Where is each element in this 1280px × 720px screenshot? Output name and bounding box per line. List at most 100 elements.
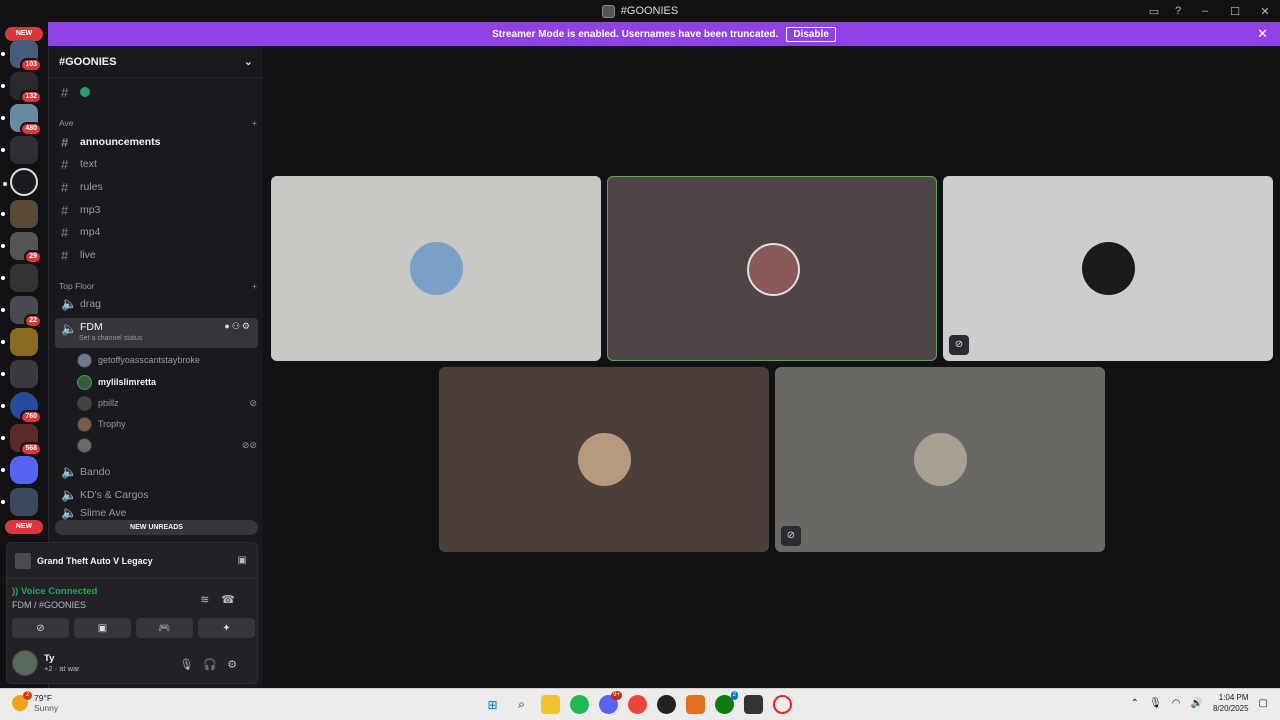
disconnect-icon[interactable]: ☎ (221, 594, 247, 606)
streamer-mode-banner: Streamer Mode is enabled. Usernames have… (48, 22, 1280, 46)
obs-icon[interactable] (657, 695, 676, 714)
discord-server-icon[interactable] (1, 456, 38, 484)
hash-icon: # (61, 247, 69, 263)
close-window-button[interactable]: ✕ (1250, 5, 1280, 18)
microphone-icon[interactable]: 🎙 (1149, 698, 1162, 709)
discord-icon[interactable]: 9+ (599, 691, 622, 714)
category-top-floor[interactable]: Top Floor + (59, 281, 257, 295)
opera-icon[interactable] (773, 695, 792, 714)
voice-user-2[interactable]: mylilslimretta (77, 372, 257, 392)
server-icon-8[interactable] (1, 264, 38, 292)
channel-action-icons[interactable]: ●⚇⚙ (224, 321, 252, 332)
voice-connected-label[interactable]: )) Voice Connected (12, 586, 97, 597)
participant-tile-1[interactable] (271, 176, 601, 361)
voice-channel-fdm[interactable]: 🔈 FDM Set a channel status ●⚇⚙ (55, 318, 258, 348)
server-icon-15[interactable] (1, 488, 38, 516)
channel-live[interactable]: # live (55, 245, 258, 265)
avatar (12, 650, 38, 676)
server-icon (601, 4, 615, 18)
maximize-button[interactable]: ☐ (1220, 5, 1250, 18)
server-icon-5[interactable] (3, 168, 38, 196)
channel-rules[interactable]: # rules (55, 177, 258, 197)
participant-tile-2[interactable] (607, 176, 937, 361)
soundboard-button[interactable]: ✦ (198, 618, 255, 638)
stream-game-icon[interactable]: ▣ (238, 555, 247, 566)
server-icon-1[interactable]: 103 (1, 40, 42, 72)
app-icon[interactable] (686, 695, 705, 714)
share-screen-button[interactable]: ▣ (74, 618, 131, 638)
channel-status-hint[interactable]: Set a channel status (79, 335, 142, 342)
minimize-button[interactable]: – (1190, 5, 1220, 17)
wifi-icon[interactable]: ◠ (1172, 698, 1181, 709)
speaker-icon: 🔈 (61, 506, 78, 520)
weather-widget[interactable]: 2 79°F Sunny (12, 691, 58, 713)
noise-suppression-icon[interactable]: ≋ (200, 594, 221, 606)
avatar (77, 374, 92, 390)
hash-icon: # (61, 179, 69, 195)
inbox-icon[interactable]: ▭ (1142, 5, 1166, 18)
add-channel-icon[interactable]: + (252, 281, 257, 295)
temperature: 79°F (34, 693, 53, 703)
avatar (77, 437, 92, 453)
user-status-prefix: +2 · (44, 664, 58, 673)
voice-channel-kds-cargos[interactable]: 🔈 KD's & Cargos (55, 485, 258, 505)
server-icon-10[interactable] (1, 328, 38, 356)
voice-user-4[interactable]: Trophy (77, 414, 257, 434)
microphone-icon[interactable]: 🎙 (179, 659, 203, 671)
hash-icon: # (61, 134, 69, 150)
channel-mp4[interactable]: # mp4 (55, 222, 258, 242)
file-explorer-icon[interactable] (541, 695, 560, 714)
guild-name: #GOONIES (59, 55, 117, 68)
server-icon-11[interactable] (1, 360, 38, 388)
hash-icon: # (61, 156, 69, 172)
new-pill-bottom[interactable]: NEW (5, 520, 43, 534)
camera-off-button[interactable]: ⊘ (12, 618, 69, 638)
chrome-icon[interactable] (628, 695, 647, 714)
spotify-icon[interactable] (570, 695, 589, 714)
search-icon[interactable]: ⌕ (512, 695, 531, 714)
channel-text[interactable]: # text (55, 154, 258, 174)
server-icon-13[interactable]: 568 (1, 424, 42, 456)
avatar (77, 352, 92, 368)
voice-user-3[interactable]: pbillz ⊘ (77, 393, 257, 413)
headphones-icon[interactable]: 🎧 (203, 659, 227, 671)
participant-tile-5[interactable]: ⊘ (775, 367, 1105, 552)
add-channel-icon[interactable]: + (252, 118, 257, 132)
volume-icon[interactable]: 🔊 (1191, 698, 1203, 709)
voice-channel-bando[interactable]: 🔈 Bando (55, 462, 258, 482)
participant-tile-4[interactable] (439, 367, 769, 552)
activities-button[interactable]: 🎮 (136, 618, 193, 638)
start-icon[interactable]: ⊞ (483, 695, 502, 714)
disable-streamer-mode-button[interactable]: Disable (786, 26, 836, 42)
banner-close-icon[interactable]: ✕ (1257, 26, 1268, 42)
server-icon-6[interactable] (1, 200, 38, 228)
voice-user-1[interactable]: getoffyoasscantstaybroke (77, 350, 257, 370)
help-icon[interactable]: ? (1166, 5, 1190, 17)
new-unreads-pill[interactable]: NEW UNREADS (55, 520, 258, 535)
guild-header[interactable]: #GOONIES ⌄ (49, 46, 263, 78)
server-icon-4[interactable] (1, 136, 38, 164)
channel-emoji[interactable]: # (55, 82, 258, 102)
server-icon-9[interactable]: 22 (1, 296, 42, 328)
gear-icon[interactable]: ⚙ (227, 659, 247, 671)
notification-icon[interactable]: ▢ (1259, 698, 1268, 709)
voice-channel-drag[interactable]: 🔈 drag (55, 294, 258, 314)
clock[interactable]: 1:04 PM 8/20/2025 (1213, 692, 1249, 714)
current-user[interactable]: Ty +2 · at war (12, 650, 80, 676)
participant-tile-3[interactable]: ⊘ (943, 176, 1273, 361)
server-icon-2[interactable]: 132 (1, 72, 42, 104)
channel-mp3[interactable]: # mp3 (55, 200, 258, 220)
server-icon-12[interactable]: 760 (1, 392, 42, 424)
voice-channel-slime-ave[interactable]: 🔈 Slime Ave (55, 506, 258, 520)
channel-announcements[interactable]: # announcements (55, 132, 258, 152)
chevron-up-icon[interactable]: ⌃ (1131, 698, 1139, 709)
mic-muted-icon: ⊘ (949, 335, 969, 355)
terminal-icon[interactable] (744, 695, 763, 714)
server-icon-3[interactable]: 480 (1, 104, 42, 136)
xbox-icon[interactable]: 2 (715, 691, 738, 714)
category-ave[interactable]: Ave + (59, 118, 257, 132)
voice-location[interactable]: FDM / #GOONIES (12, 600, 86, 610)
server-icon-7[interactable]: 29 (1, 232, 42, 264)
voice-user-5[interactable]: ⊘⊘ (77, 435, 257, 455)
new-pill[interactable]: NEW (5, 27, 43, 41)
